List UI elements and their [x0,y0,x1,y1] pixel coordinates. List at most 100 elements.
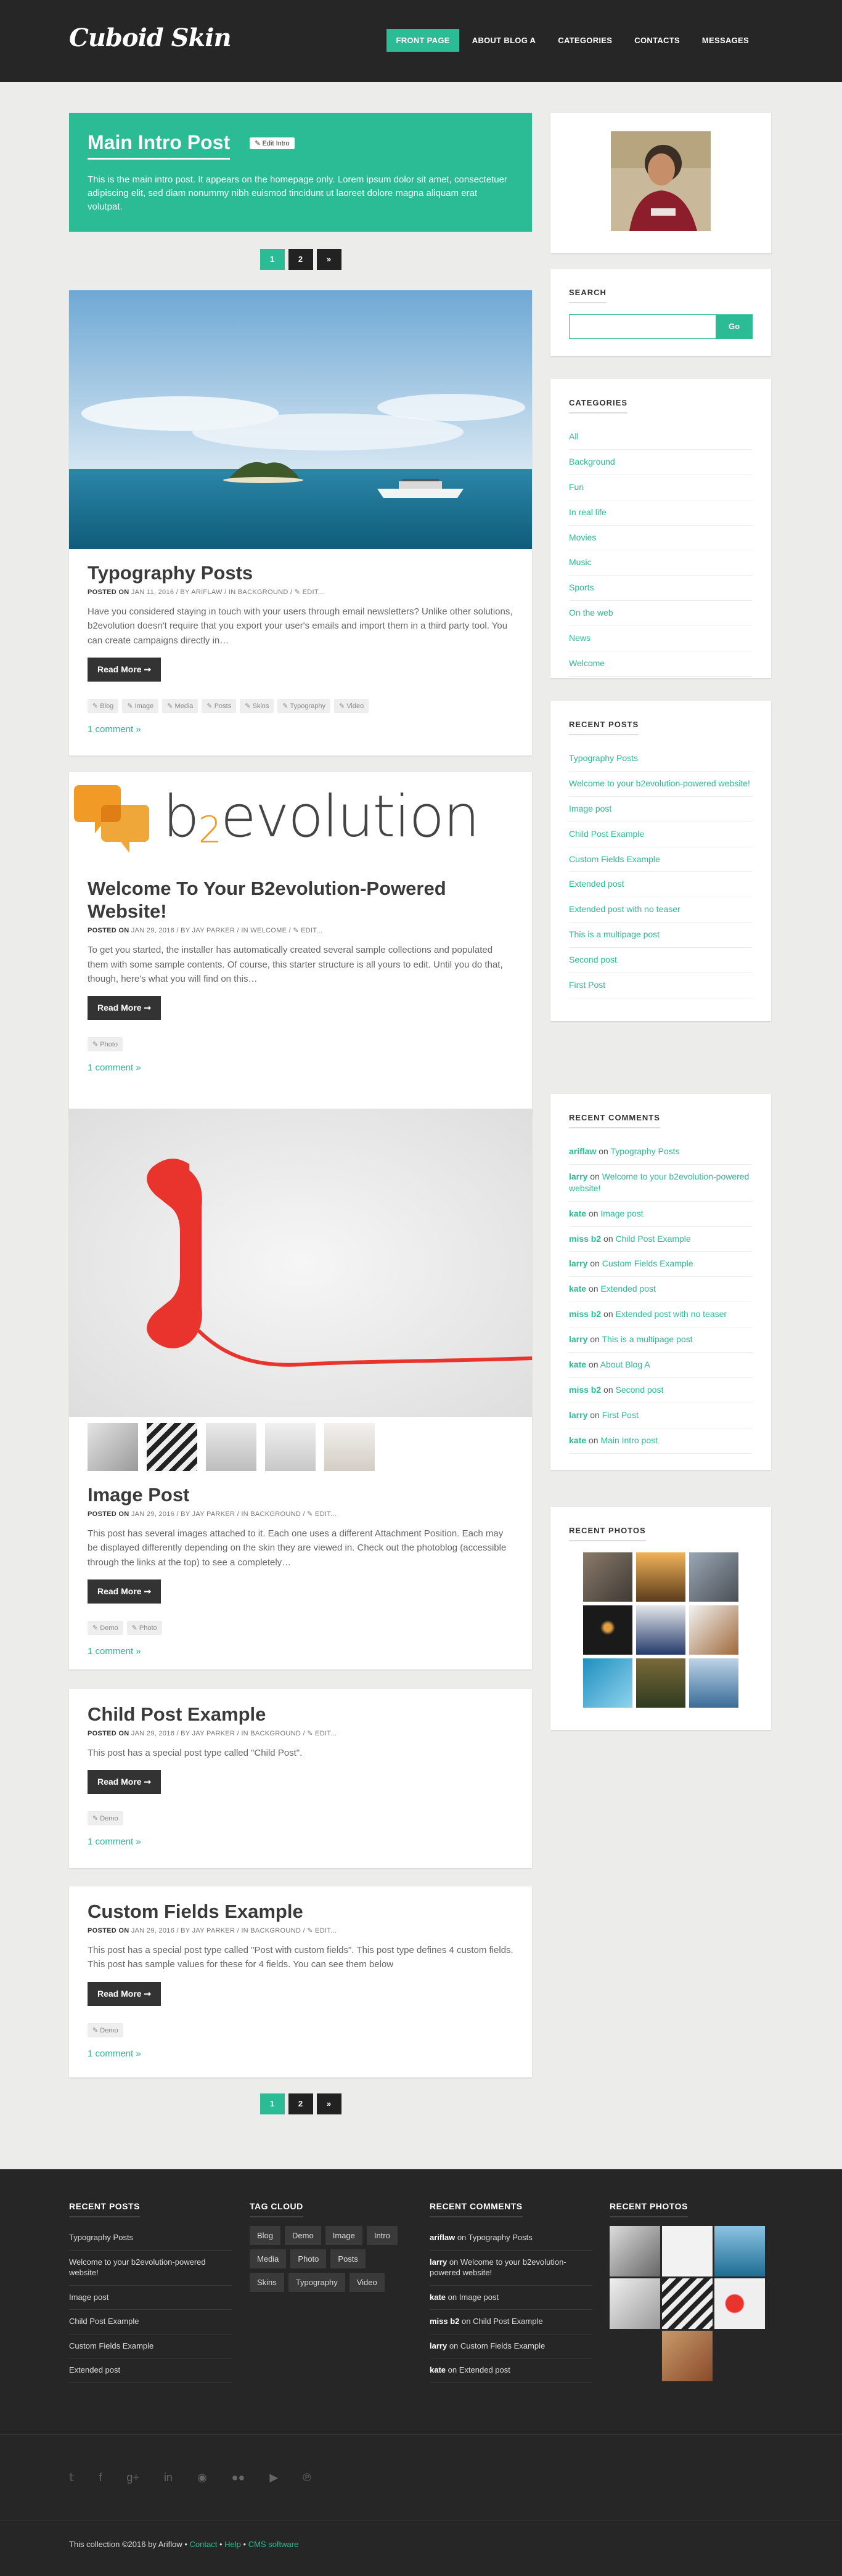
tag-cloud-item[interactable]: Blog [250,2226,281,2245]
footer-photo[interactable] [610,2226,660,2276]
footer-post-link[interactable]: Typography Posts [69,2226,232,2251]
comments-link[interactable]: 1 comment » [88,2048,513,2059]
comment-post-link[interactable]: Typography Posts [468,2233,533,2242]
avatar[interactable] [611,131,711,231]
footer-photo[interactable] [662,2331,713,2381]
cms-link[interactable]: CMS software [248,2540,299,2549]
comment-post-link[interactable]: Custom Fields Example [460,2341,545,2350]
comments-link[interactable]: 1 comment » [88,724,513,735]
nav-front-page[interactable]: FRONT PAGE [386,29,459,52]
b2evolution-logo[interactable]: b2evolution [69,772,532,865]
thumbnail-5[interactable] [324,1423,375,1471]
tag-image[interactable]: ✎ Image [122,698,159,713]
category-music[interactable]: Music [569,550,753,576]
recent-photo[interactable] [689,1605,738,1655]
intro-title[interactable]: Main Intro Post [88,131,231,160]
comment-user[interactable]: kate [569,1435,586,1445]
page-2-button[interactable]: 2 [288,2093,313,2114]
pinterest-icon[interactable]: ℗ [303,2471,311,2484]
comment-post-link[interactable]: First Post [602,1410,639,1420]
next-page-button[interactable]: » [316,249,341,270]
category-in-real-life[interactable]: In real life [569,500,753,526]
comment-user[interactable]: kate [569,1284,586,1294]
search-input[interactable] [569,314,716,339]
comment-post-link[interactable]: Image post [600,1209,643,1218]
comment-user[interactable]: larry [430,2257,447,2267]
nav-about-blog-a[interactable]: ABOUT BLOG A [463,29,546,52]
comment-post-link[interactable]: About Blog A [600,1359,650,1369]
footer-photo[interactable] [662,2278,713,2329]
help-link[interactable]: Help [224,2540,241,2549]
facebook-icon[interactable]: f [99,2471,102,2484]
page-1-button[interactable]: 1 [260,249,285,270]
read-more-button[interactable]: Read More ➞ [88,1770,161,1795]
tag-posts[interactable]: ✎ Posts [202,698,237,713]
recent-post-link[interactable]: Image post [569,797,753,822]
recent-post-link[interactable]: Child Post Example [569,822,753,847]
comment-user[interactable]: kate [569,1209,586,1218]
comment-post-link[interactable]: Extended post [459,2365,510,2374]
post-title[interactable]: Image Post [88,1483,513,1506]
tag-cloud-item[interactable]: Media [250,2249,287,2268]
comments-link[interactable]: 1 comment » [88,1836,513,1847]
category-movies[interactable]: Movies [569,526,753,551]
post-title[interactable]: Child Post Example [88,1703,513,1726]
youtube-icon[interactable]: ▶ [269,2471,278,2484]
recent-photo[interactable] [583,1658,632,1708]
read-more-button[interactable]: Read More ➞ [88,657,161,682]
recent-post-link[interactable]: Second post [569,948,753,974]
tag-video[interactable]: ✎ Video [333,698,369,713]
comment-user[interactable]: ariflaw [430,2233,455,2242]
recent-post-link[interactable]: Typography Posts [569,746,753,772]
comment-user[interactable]: larry [430,2341,447,2350]
category-background[interactable]: Background [569,450,753,475]
comments-link[interactable]: 1 comment » [88,1062,513,1073]
thumbnail-3[interactable] [206,1423,256,1471]
comment-post-link[interactable]: Extended post [600,1284,656,1294]
footer-post-link[interactable]: Welcome to your b2evolution-powered webs… [69,2251,232,2286]
next-page-button[interactable]: » [316,2093,341,2114]
comments-link[interactable]: 1 comment » [88,1646,513,1657]
comment-post-link[interactable]: Typography Posts [610,1146,679,1156]
read-more-button[interactable]: Read More ➞ [88,1579,161,1604]
post-title[interactable]: Welcome To Your B2evolution-Powered Webs… [88,877,513,923]
comment-user[interactable]: kate [430,2293,446,2302]
comment-user[interactable]: larry [569,1410,587,1420]
comment-user[interactable]: miss b2 [569,1309,601,1319]
footer-post-link[interactable]: Custom Fields Example [69,2334,232,2359]
tag-typography[interactable]: ✎ Typography [277,698,330,713]
nav-messages[interactable]: MESSAGES [693,29,758,52]
tag-media[interactable]: ✎ Media [162,698,198,713]
nav-categories[interactable]: CATEGORIES [549,29,621,52]
comment-user[interactable]: kate [569,1359,586,1369]
tag-photo[interactable]: ✎ Photo [126,1620,162,1635]
recent-photo[interactable] [583,1552,632,1602]
tag-cloud-item[interactable]: Posts [330,2249,366,2268]
footer-photo[interactable] [714,2278,765,2329]
footer-photo[interactable] [610,2278,660,2329]
category-sports[interactable]: Sports [569,576,753,601]
comment-user[interactable]: ariflaw [569,1146,596,1156]
comment-user[interactable]: larry [569,1258,587,1268]
comment-post-link[interactable]: Second post [616,1385,664,1395]
comment-post-link[interactable]: Custom Fields Example [602,1258,693,1268]
category-on-the-web[interactable]: On the web [569,601,753,627]
comment-user[interactable]: larry [569,1334,587,1344]
recent-post-link[interactable]: Extended post with no teaser [569,897,753,923]
read-more-button[interactable]: Read More ➞ [88,1981,161,2006]
post-title[interactable]: Typography Posts [88,561,513,584]
recent-photo[interactable] [636,1658,685,1708]
comment-user[interactable]: kate [430,2365,446,2374]
recent-photo[interactable] [583,1605,632,1655]
recent-post-link[interactable]: Welcome to your b2evolution-powered webs… [569,772,753,797]
linkedin-icon[interactable]: in [164,2471,173,2484]
comment-post-link[interactable]: Child Post Example [473,2317,542,2326]
comment-user[interactable]: larry [569,1172,587,1181]
footer-post-link[interactable]: Image post [69,2286,232,2310]
comment-post-link[interactable]: Image post [459,2293,499,2302]
thumbnail-2[interactable] [147,1423,197,1471]
page-1-button[interactable]: 1 [260,2093,285,2114]
footer-post-link[interactable]: Child Post Example [69,2310,232,2334]
post-title[interactable]: Custom Fields Example [88,1900,513,1923]
category-all[interactable]: All [569,425,753,450]
